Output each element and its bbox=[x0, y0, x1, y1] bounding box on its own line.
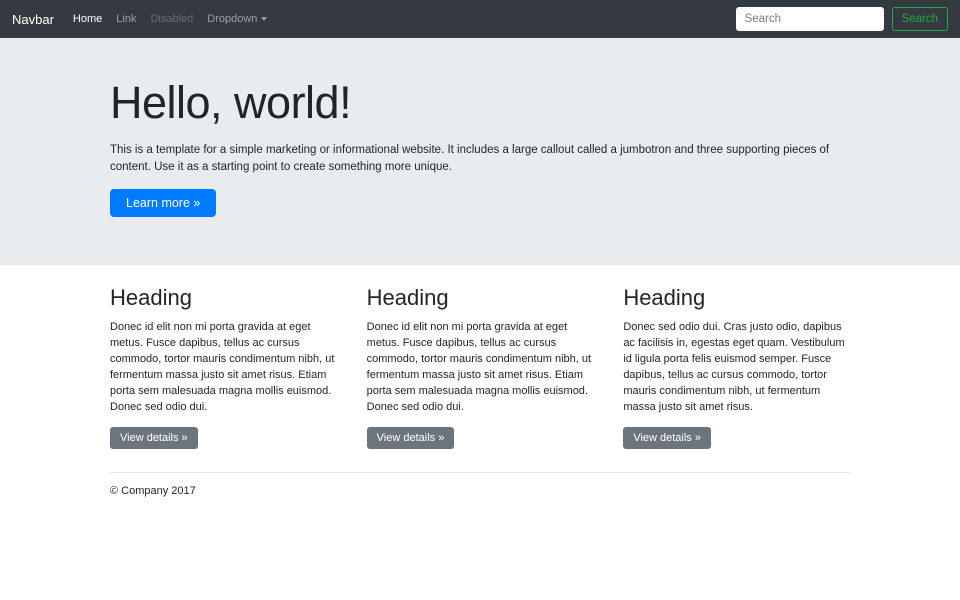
jumbotron-container: Hello, world! This is a template for a s… bbox=[95, 78, 865, 217]
jumbotron-title: Hello, world! bbox=[110, 78, 850, 128]
column-3-body: Donec sed odio dui. Cras justo odio, dap… bbox=[623, 319, 850, 415]
copyright-text: © Company 2017 bbox=[110, 485, 850, 497]
nav-item-link[interactable]: Link bbox=[109, 13, 143, 25]
learn-more-button[interactable]: Learn more » bbox=[110, 189, 216, 217]
nav-item-dropdown[interactable]: Dropdown bbox=[200, 13, 274, 25]
navbar: Navbar Home Link Disabled Dropdown Searc… bbox=[0, 0, 960, 38]
column-3-view-details-button[interactable]: View details » bbox=[623, 427, 711, 449]
main-content: Heading Donec id elit non mi porta gravi… bbox=[95, 285, 865, 497]
search-button[interactable]: Search bbox=[892, 7, 948, 31]
nav-item-dropdown-label: Dropdown bbox=[207, 13, 257, 25]
search-form: Search bbox=[736, 7, 948, 31]
column-2-view-details-button[interactable]: View details » bbox=[367, 427, 455, 449]
jumbotron: Hello, world! This is a template for a s… bbox=[0, 38, 960, 265]
column-2-body: Donec id elit non mi porta gravida at eg… bbox=[367, 319, 594, 415]
nav-item-disabled: Disabled bbox=[143, 13, 200, 25]
navbar-brand[interactable]: Navbar bbox=[12, 12, 54, 27]
footer: © Company 2017 bbox=[110, 485, 850, 497]
columns-row: Heading Donec id elit non mi porta gravi… bbox=[95, 285, 865, 449]
nav-item-home[interactable]: Home bbox=[66, 13, 109, 25]
column-2: Heading Donec id elit non mi porta gravi… bbox=[352, 285, 609, 449]
column-3: Heading Donec sed odio dui. Cras justo o… bbox=[608, 285, 865, 449]
column-1-heading: Heading bbox=[110, 285, 337, 311]
column-1-view-details-button[interactable]: View details » bbox=[110, 427, 198, 449]
jumbotron-lead: This is a template for a simple marketin… bbox=[110, 142, 850, 176]
caret-down-icon bbox=[261, 17, 267, 21]
column-2-heading: Heading bbox=[367, 285, 594, 311]
search-input[interactable] bbox=[736, 7, 884, 31]
column-1-body: Donec id elit non mi porta gravida at eg… bbox=[110, 319, 337, 415]
column-3-heading: Heading bbox=[623, 285, 850, 311]
navbar-nav: Home Link Disabled Dropdown bbox=[66, 13, 274, 25]
footer-divider bbox=[110, 472, 850, 473]
column-1: Heading Donec id elit non mi porta gravi… bbox=[95, 285, 352, 449]
